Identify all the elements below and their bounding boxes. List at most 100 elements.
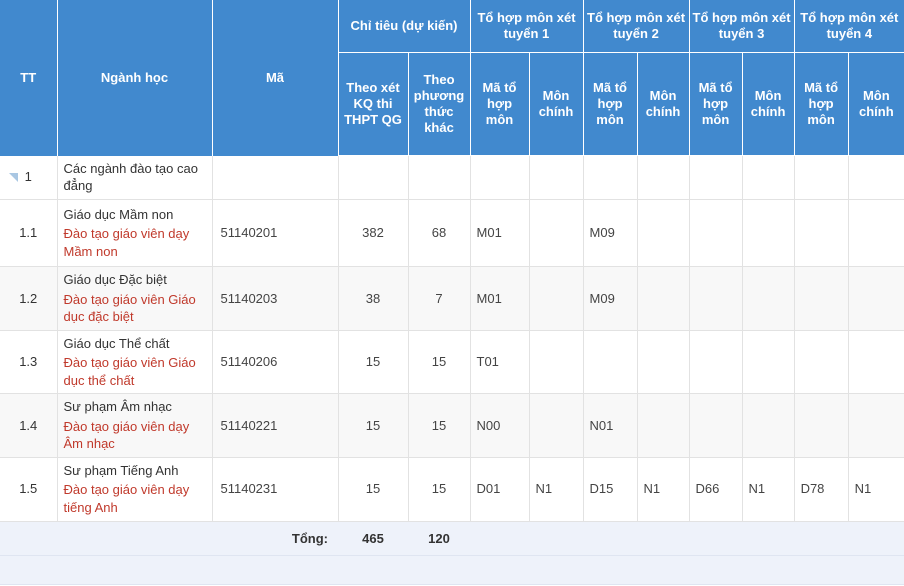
cell-ma-to-hop-1: N00 xyxy=(470,393,530,458)
cell-ma-to-hop-4 xyxy=(794,330,849,395)
cell-tt: 1.4 xyxy=(0,393,58,458)
cell-mon-chinh-4 xyxy=(848,266,904,331)
cell-mon-chinh-3 xyxy=(742,155,795,200)
nganh-hoc-name: Sư phạm Tiếng Anh xyxy=(63,462,179,478)
cell-ma-to-hop-3 xyxy=(689,199,743,267)
header-group-to-hop-4: Tổ hợp môn xét tuyển 4 xyxy=(794,0,904,53)
admissions-quota-table: TT Ngành học Mã Chỉ tiêu (dự kiến) Tổ hợ… xyxy=(0,0,904,522)
cell-mon-chinh-3: N1 xyxy=(742,457,795,522)
cell-tt: 1.3 xyxy=(0,330,58,395)
cell-ma-to-hop-1: D01 xyxy=(470,457,530,522)
cell-mon-chinh-4 xyxy=(848,393,904,458)
header-group-chi-tieu: Chỉ tiêu (dự kiến) xyxy=(338,0,471,53)
cell-ma-to-hop-4 xyxy=(794,393,849,458)
cell-ma-to-hop-2: D15 xyxy=(583,457,638,522)
cell-ma-to-hop-4 xyxy=(794,199,849,267)
table-row[interactable]: 1.3 Giáo dục Thể chất Đào tạo giáo viên … xyxy=(0,330,904,395)
cell-mon-chinh-3 xyxy=(742,393,795,458)
total-theo-xet-kq: 465 xyxy=(362,530,384,546)
admissions-quota-table-container: TT Ngành học Mã Chỉ tiêu (dự kiến) Tổ hợ… xyxy=(0,0,904,586)
nganh-hoc-subname: Đào tạo giáo viên dạy Âm nhạc xyxy=(63,418,190,452)
header-theo-phuong-thuc-khac[interactable]: Theo phương thức khác xyxy=(408,52,471,156)
header-group-to-hop-3: Tổ hợp môn xét tuyển 3 xyxy=(689,0,795,53)
cell-theo-xet-kq: 38 xyxy=(338,266,409,331)
cell-mon-chinh-2 xyxy=(637,199,690,267)
cell-tt: 1.1 xyxy=(0,199,58,267)
cell-nganh-hoc: Giáo dục Thể chất Đào tạo giáo viên Giáo… xyxy=(57,330,213,395)
cell-ma-to-hop-3 xyxy=(689,393,743,458)
cell-ma-to-hop-2 xyxy=(583,155,638,200)
total-theo-khac: 120 xyxy=(428,530,450,546)
nganh-hoc-name: Giáo dục Thể chất xyxy=(63,335,170,351)
header-ma-to-hop-mon-3[interactable]: Mã tổ hợp môn xyxy=(689,52,743,156)
cell-mon-chinh-2 xyxy=(637,266,690,331)
cell-nganh-hoc: Sư phạm Tiếng Anh Đào tạo giáo viên dạy … xyxy=(57,457,213,522)
header-ma-to-hop-mon-4[interactable]: Mã tổ hợp môn xyxy=(794,52,849,156)
cell-ma-to-hop-2: N01 xyxy=(583,393,638,458)
cell-ma-to-hop-2: M09 xyxy=(583,199,638,267)
cell-ma-to-hop-4: D78 xyxy=(794,457,849,522)
nganh-hoc-name: Giáo dục Mầm non xyxy=(63,206,174,222)
triangle-collapse-icon[interactable] xyxy=(8,173,18,183)
table-row[interactable]: 1.4 Sư phạm Âm nhạc Đào tạo giáo viên dạ… xyxy=(0,393,904,458)
cell-theo-xet-kq xyxy=(338,155,409,200)
header-theo-xet-kq-thpt-qg[interactable]: Theo xét KQ thi THPT QG xyxy=(338,52,409,156)
cell-tt[interactable]: 1 xyxy=(0,155,58,200)
table-footer-total: Tổng: 465 120 xyxy=(0,521,904,556)
header-tt[interactable]: TT xyxy=(0,0,58,156)
cell-tt: 1.2 xyxy=(0,266,58,331)
cell-mon-chinh-1 xyxy=(529,266,584,331)
table-row[interactable]: 1 Các ngành đào tạo cao đẳng xyxy=(0,155,904,200)
header-group-to-hop-1: Tổ hợp môn xét tuyển 1 xyxy=(470,0,584,53)
cell-mon-chinh-2: N1 xyxy=(637,457,690,522)
table-body: 1 Các ngành đào tạo cao đẳng 1.1 Giáo dụ… xyxy=(0,155,904,522)
total-label: Tổng: xyxy=(291,530,328,546)
table-row[interactable]: 1.1 Giáo dục Mầm non Đào tạo giáo viên d… xyxy=(0,199,904,267)
cell-ma-to-hop-1: M01 xyxy=(470,199,530,267)
cell-mon-chinh-1 xyxy=(529,155,584,200)
cell-ma-to-hop-3 xyxy=(689,330,743,395)
cell-tt: 1.5 xyxy=(0,457,58,522)
cell-mon-chinh-2 xyxy=(637,330,690,395)
cell-ma: 51140206 xyxy=(212,330,339,395)
header-ma[interactable]: Mã xyxy=(212,0,339,156)
cell-theo-xet-kq: 15 xyxy=(338,330,409,395)
cell-ma-to-hop-3 xyxy=(689,266,743,331)
table-footer-spacer xyxy=(0,555,904,585)
nganh-hoc-subname: Đào tạo giáo viên Giáo dục đặc biệt xyxy=(63,291,196,325)
header-mon-chinh-1[interactable]: Môn chính xyxy=(529,52,584,156)
cell-mon-chinh-1: N1 xyxy=(529,457,584,522)
cell-ma-to-hop-3: D66 xyxy=(689,457,743,522)
cell-theo-xet-kq: 382 xyxy=(338,199,409,267)
header-ma-to-hop-mon-1[interactable]: Mã tổ hợp môn xyxy=(470,52,530,156)
header-mon-chinh-2[interactable]: Môn chính xyxy=(637,52,690,156)
cell-ma-to-hop-4 xyxy=(794,266,849,331)
nganh-hoc-name: Các ngành đào tạo cao đẳng xyxy=(63,160,198,194)
cell-mon-chinh-4 xyxy=(848,155,904,200)
cell-mon-chinh-1 xyxy=(529,199,584,267)
table-row[interactable]: 1.2 Giáo dục Đặc biệt Đào tạo giáo viên … xyxy=(0,266,904,331)
nganh-hoc-name: Sư phạm Âm nhạc xyxy=(63,399,172,415)
cell-ma-to-hop-2: M09 xyxy=(583,266,638,331)
row-index: 1 xyxy=(24,169,32,185)
cell-theo-khac: 68 xyxy=(408,199,471,267)
header-group-to-hop-2: Tổ hợp môn xét tuyển 2 xyxy=(583,0,690,53)
header-ma-to-hop-mon-2[interactable]: Mã tổ hợp môn xyxy=(583,52,638,156)
cell-nganh-hoc: Giáo dục Mầm non Đào tạo giáo viên dạy M… xyxy=(57,199,213,267)
cell-nganh-hoc: Giáo dục Đặc biệt Đào tạo giáo viên Giáo… xyxy=(57,266,213,331)
nganh-hoc-subname: Đào tạo giáo viên dạy tiếng Anh xyxy=(63,482,190,516)
header-mon-chinh-3[interactable]: Môn chính xyxy=(742,52,795,156)
header-nganh-hoc[interactable]: Ngành học xyxy=(57,0,213,156)
header-mon-chinh-4[interactable]: Môn chính xyxy=(848,52,904,156)
cell-theo-khac: 15 xyxy=(408,330,471,395)
table-row[interactable]: 1.5 Sư phạm Tiếng Anh Đào tạo giáo viên … xyxy=(0,457,904,522)
cell-mon-chinh-3 xyxy=(742,199,795,267)
cell-ma-to-hop-2 xyxy=(583,330,638,395)
header-row-top: TT Ngành học Mã Chỉ tiêu (dự kiến) Tổ hợ… xyxy=(0,0,904,156)
nganh-hoc-subname: Đào tạo giáo viên Giáo dục thể chất xyxy=(63,355,196,388)
cell-ma-to-hop-1: M01 xyxy=(470,266,530,331)
cell-ma: 51140203 xyxy=(212,266,339,331)
cell-ma-to-hop-1 xyxy=(470,155,530,200)
cell-nganh-hoc: Sư phạm Âm nhạc Đào tạo giáo viên dạy Âm… xyxy=(57,393,213,458)
cell-mon-chinh-1 xyxy=(529,330,584,395)
